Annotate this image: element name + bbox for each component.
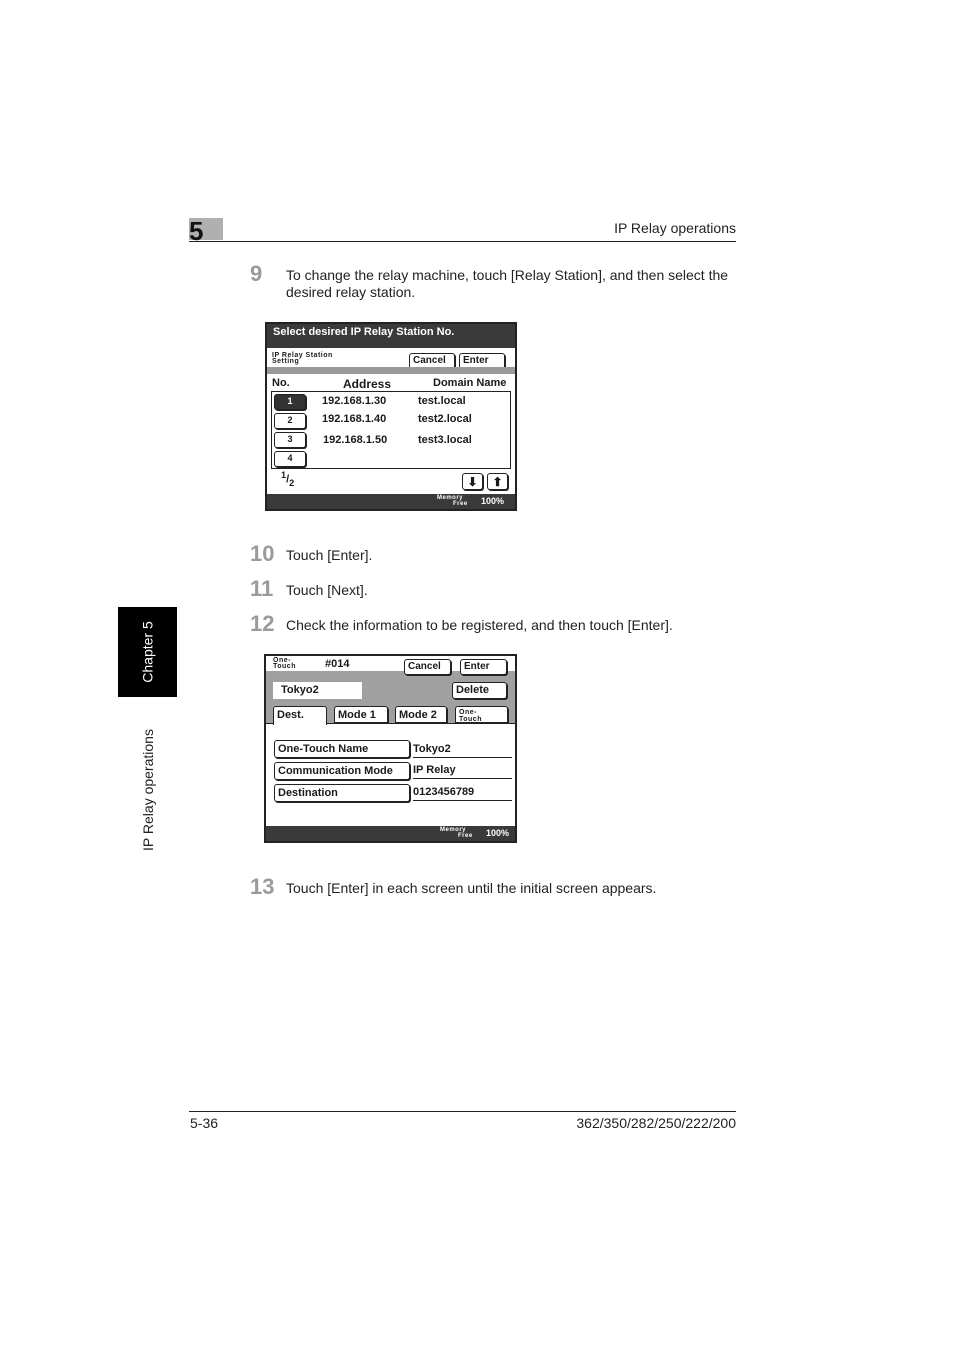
memory-label-2: Free	[453, 501, 468, 507]
station-no-button[interactable]: 2	[274, 413, 306, 429]
tab-mode-1[interactable]: Mode 1	[334, 706, 388, 723]
station-no-button[interactable]: 4	[274, 451, 306, 467]
page-number: 5-36	[190, 1115, 219, 1131]
step-text: To change the relay machine, touch [Rela…	[286, 267, 729, 283]
field-label-button[interactable]: Communication Mode	[274, 762, 410, 780]
enter-button[interactable]: Enter	[460, 659, 507, 675]
field-value: 0123456789	[413, 786, 512, 801]
field-label-button[interactable]: One-Touch Name	[274, 740, 410, 758]
column-header-no: No.	[272, 377, 290, 389]
section-title: IP Relay operations	[614, 220, 736, 236]
field-value: IP Relay	[413, 764, 512, 779]
step-number: 11	[250, 576, 274, 601]
station-domain: test.local	[418, 395, 466, 407]
station-domain: test2.local	[418, 413, 472, 425]
step-number: 12	[250, 611, 275, 636]
station-list	[271, 391, 511, 469]
header-divider	[189, 241, 736, 242]
name-display: Tokyo2	[273, 682, 362, 699]
step-number: 9	[250, 261, 263, 286]
screen-title: Select desired IP Relay Station No.	[267, 324, 515, 348]
station-address: 192.168.1.30	[322, 395, 387, 407]
station-address: 192.168.1.50	[323, 434, 388, 446]
station-address: 192.168.1.40	[322, 413, 387, 425]
field-label-button[interactable]: Destination	[274, 784, 410, 802]
station-no-button[interactable]: 3	[274, 432, 306, 448]
delete-button[interactable]: Delete	[452, 682, 507, 699]
relay-station-screen: Select desired IP Relay Station No. IP R…	[265, 322, 517, 511]
step-number: 13	[250, 874, 275, 899]
memory-value: 100%	[481, 496, 505, 506]
step-text-cont: desired relay station.	[286, 284, 416, 300]
step-text: Touch [Next].	[286, 582, 368, 598]
page-indicator: 1/2	[281, 470, 295, 488]
step-number: 10	[250, 541, 275, 566]
cancel-button[interactable]: Cancel	[404, 659, 451, 675]
column-header-address: Address	[343, 377, 392, 391]
one-touch-label-2: Touch	[273, 663, 296, 670]
step-text: Touch [Enter] in each screen until the i…	[286, 880, 657, 896]
entry-number: #014	[325, 658, 350, 670]
section-side-label: IP Relay operations	[139, 729, 156, 851]
field-value: Tokyo2	[413, 743, 512, 758]
model-numbers: 362/350/282/250/222/200	[576, 1115, 736, 1131]
memory-label-2: Free	[458, 833, 473, 839]
arrow-up-icon: ⬆	[492, 475, 503, 489]
step-text: Touch [Enter].	[286, 547, 373, 563]
status-bar: Memory Free 100%	[267, 494, 515, 509]
memory-value: 100%	[486, 828, 510, 838]
tab-one-touch[interactable]: One- Touch	[455, 706, 508, 723]
column-header-domain: Domain Name	[433, 377, 507, 389]
footer-divider	[189, 1111, 736, 1112]
station-no-button-selected[interactable]: 1	[274, 394, 306, 410]
chapter-tab-label: Chapter 5	[139, 621, 156, 683]
scroll-up-button[interactable]: ⬆	[487, 473, 508, 490]
tab-mode-2[interactable]: Mode 2	[395, 706, 447, 723]
one-touch-screen: One- Touch #014 Cancel Enter Tokyo2 Dele…	[264, 654, 517, 843]
station-domain: test3.local	[418, 434, 472, 446]
divider-bar	[267, 367, 515, 374]
screen-subtitle-2: Setting	[272, 358, 300, 365]
arrow-down-icon: ⬇	[467, 475, 478, 489]
scroll-down-button[interactable]: ⬇	[462, 473, 483, 490]
step-text: Check the information to be registered, …	[286, 617, 673, 633]
status-bar: Memory Free 100%	[266, 826, 515, 841]
